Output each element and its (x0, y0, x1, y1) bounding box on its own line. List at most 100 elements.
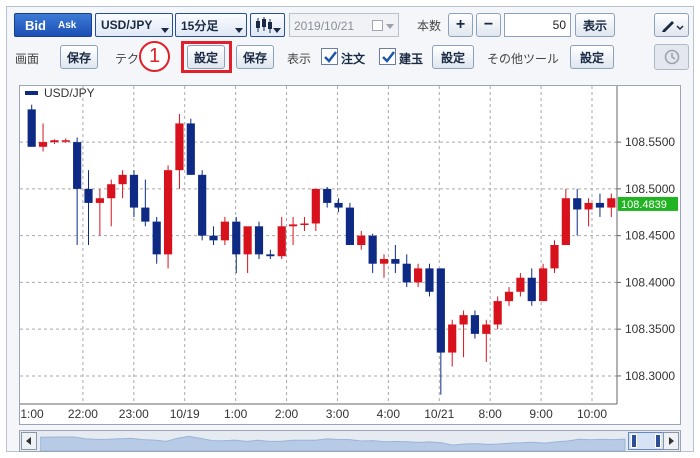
x-tick-label: 10/21 (424, 407, 454, 421)
candle-body (504, 291, 514, 302)
candle-body (220, 221, 229, 241)
step-marker: 1 (139, 41, 170, 72)
plus-icon: + (455, 16, 466, 33)
count-decrease-button[interactable]: − (476, 13, 501, 37)
count-value: 50 (552, 18, 566, 32)
candle-body (493, 301, 502, 325)
candle-body (107, 184, 116, 199)
other-tools-settings-button[interactable]: 設定 (570, 45, 614, 69)
candle-body (118, 174, 127, 185)
candle-body (368, 235, 377, 264)
x-tick-label: 10:00 (577, 407, 607, 421)
other-tools-settings-label: 設定 (579, 50, 604, 65)
candle-body (607, 198, 616, 208)
y-tick-label: 108.3500 (625, 322, 675, 336)
technical-save-button[interactable]: 保存 (236, 45, 274, 69)
candle-body (38, 142, 48, 147)
chart-type-select[interactable] (250, 13, 285, 37)
technical-settings-button[interactable]: 設定 (187, 45, 225, 69)
candle-body (152, 221, 161, 255)
candle-body (561, 198, 570, 245)
candle-body (288, 224, 298, 227)
candle-body (414, 268, 423, 283)
candle-body (243, 226, 252, 255)
step-number: 1 (148, 45, 161, 67)
navigator-preview (40, 435, 626, 451)
candle-body (345, 207, 355, 245)
display-label: 表示 (287, 52, 312, 66)
candle-body (425, 268, 434, 292)
technical-label: テク (115, 52, 140, 66)
checkmark-icon (382, 51, 395, 63)
position-checkbox[interactable] (379, 48, 396, 65)
count-label: 本数 (417, 19, 442, 33)
candle-body (550, 245, 559, 269)
current-price-label: 108.4839 (621, 199, 667, 211)
x-tick-label: 3:00 (326, 407, 350, 421)
currency-pair-value: USD/JPY (101, 18, 153, 32)
bid-ask-toggle[interactable]: Bid Ask (14, 13, 92, 37)
history-icon (664, 49, 679, 65)
y-tick-label: 108.3000 (625, 369, 675, 383)
candle-body (95, 198, 104, 203)
x-tick-label: 1:00 (20, 407, 44, 421)
candle-body (266, 254, 275, 257)
candle-body (277, 226, 286, 257)
other-tools-label: その他ツール (487, 52, 560, 66)
candle-body (61, 140, 70, 142)
order-label: 注文 (341, 52, 366, 66)
position-label: 建玉 (399, 52, 424, 66)
count-input[interactable]: 50 (504, 13, 571, 37)
candle-body (209, 235, 218, 241)
y-tick-label: 108.5000 (625, 182, 675, 196)
navigator-window[interactable] (628, 432, 664, 450)
x-tick-label: 1:00 (224, 407, 248, 421)
candle-body (334, 202, 343, 208)
scroll-left-button[interactable] (21, 432, 37, 450)
interval-value: 15分足 (181, 18, 219, 33)
price-chart[interactable]: 108.5500 108.5000 108.4500 108.4000 108.3500… (19, 85, 681, 425)
candle-body (527, 277, 536, 302)
x-tick-label: 9:00 (529, 407, 553, 421)
display-settings-button[interactable]: 設定 (432, 45, 474, 69)
candle-body (379, 259, 389, 264)
interval-select[interactable]: 15分足 (175, 13, 247, 37)
x-tick-label: 4:00 (377, 407, 401, 421)
candle-body (198, 174, 207, 236)
display-button[interactable]: 表示 (575, 13, 615, 37)
chevron-down-icon (235, 28, 243, 33)
right-handle[interactable] (655, 434, 661, 448)
chevron-down-icon (273, 28, 281, 33)
date-picker[interactable]: 2019/10/21 (289, 13, 399, 37)
candle-body (402, 263, 411, 283)
arrow-left-icon (26, 437, 31, 445)
candle-body (141, 207, 150, 222)
candle-body (175, 123, 184, 171)
chevron-down-icon (386, 24, 394, 29)
x-tick-label: 2:00 (275, 407, 299, 421)
history-button[interactable] (654, 44, 689, 70)
scroll-right-button[interactable] (663, 432, 679, 450)
candle-body (595, 202, 605, 208)
minus-icon: − (483, 16, 494, 33)
count-increase-button[interactable]: + (448, 13, 473, 37)
screen-save-label: 保存 (66, 50, 91, 65)
legend-label: USD/JPY (44, 86, 95, 100)
calendar-icon (372, 20, 383, 31)
left-handle[interactable] (631, 434, 637, 448)
candle-body (254, 226, 264, 255)
arrow-right-icon (669, 437, 674, 445)
candle-body (482, 324, 491, 334)
candle-body (470, 315, 480, 334)
x-tick-label: 22:00 (68, 407, 98, 421)
candle-body (573, 198, 582, 210)
chart-navigator[interactable] (19, 430, 681, 452)
candle-body (84, 188, 93, 203)
order-checkbox[interactable] (321, 48, 338, 65)
candle-body (448, 324, 457, 353)
y-tick-label: 108.4500 (625, 229, 675, 243)
technical-settings-label: 設定 (193, 50, 218, 65)
currency-pair-select[interactable]: USD/JPY (95, 13, 173, 37)
screen-save-button[interactable]: 保存 (60, 45, 98, 69)
drawing-tools-button[interactable] (654, 13, 689, 37)
